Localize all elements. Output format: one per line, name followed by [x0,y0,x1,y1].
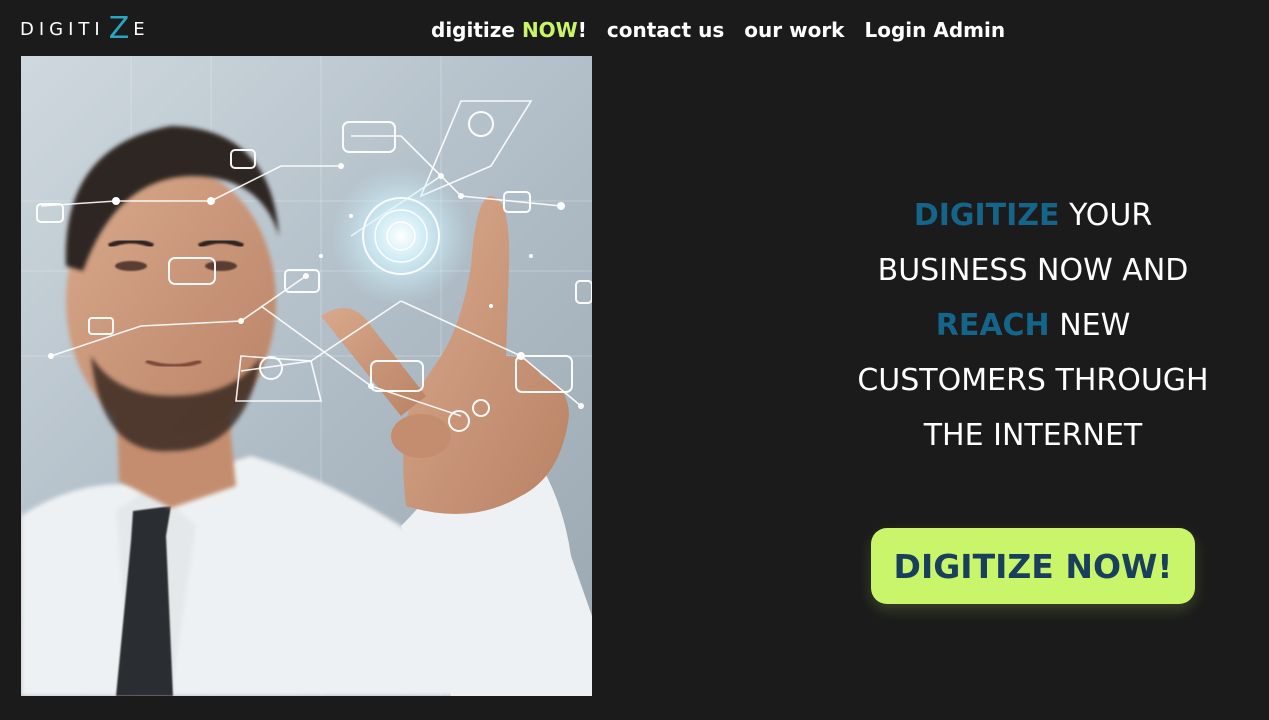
logo-z-mark: Z [108,11,130,46]
nav-digitize-prefix: digitize [431,18,522,42]
headline-line-4: CUSTOMERS THROUGH [857,363,1209,398]
hero-image [21,56,592,696]
hero-headline: DIGITIZE YOUR BUSINESS NOW AND REACH NEW… [812,188,1254,463]
landing-page: DIGITI Z E digitize NOW! contact us our … [0,0,1269,720]
headline-line-5: THE INTERNET [923,418,1143,453]
businessman-touchscreen-illustration [21,56,592,696]
nav-contact-link[interactable]: contact us [607,18,724,42]
headline-line-1: DIGITIZE YOUR [812,188,1254,243]
digitize-logo[interactable]: DIGITI Z E [20,11,150,47]
nav-our-work-link[interactable]: our work [744,18,844,42]
nav-digitize-now-link[interactable]: digitize NOW! [431,18,587,42]
headline-line-3-rest: NEW [1049,308,1131,343]
headline-line-1-rest: YOUR [1059,198,1153,233]
nav-digitize-suffix: ! [577,18,587,42]
logo-text-right: E [133,19,150,40]
headline-line-3: REACH NEW [812,298,1254,353]
digitize-now-button[interactable]: DIGITIZE NOW! [871,528,1195,604]
logo-text-left: DIGITI [20,19,105,40]
headline-highlight-reach: REACH [935,308,1050,343]
nav-digitize-accent: NOW [521,18,578,42]
main-nav: digitize NOW! contact us our work Login … [431,18,1005,42]
nav-login-admin-link[interactable]: Login Admin [864,18,1005,42]
headline-line-2: BUSINESS NOW AND [877,253,1189,288]
headline-highlight-digitize: DIGITIZE [913,198,1060,233]
